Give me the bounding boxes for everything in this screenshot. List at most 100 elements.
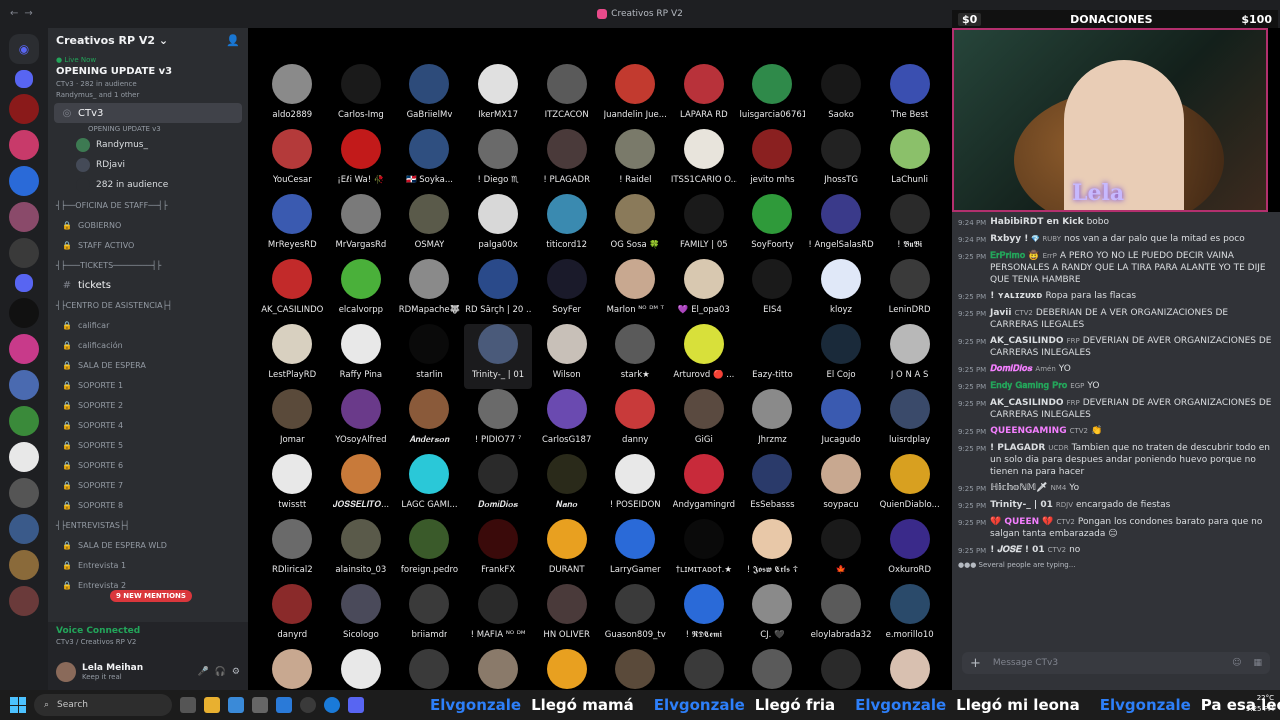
audience-member[interactable]: Marlon ᴺᴼ ᴰᴹ ᵀ [601, 259, 670, 324]
server-icon[interactable] [9, 550, 39, 580]
channel-item[interactable]: 🔒 SOPORTE 6 [48, 455, 248, 475]
audience-member[interactable]: 🇩🇴 Soyka... [395, 129, 464, 194]
audience-member[interactable]: eloylabrada32 [807, 584, 876, 649]
message-author[interactable]: Trinity-_ | 01 [990, 500, 1053, 510]
server-icon[interactable] [9, 478, 39, 508]
server-icon[interactable] [9, 586, 39, 616]
audience-member[interactable]: SoyFer [532, 259, 601, 324]
audience-member[interactable] [875, 649, 944, 690]
audience-member[interactable]: LaChunli [875, 129, 944, 194]
message-author[interactable]: ! 𝑱𝑶𝑺𝑬 ! 01 [990, 545, 1044, 555]
audience-member[interactable]: 💜 El_opa03 [670, 259, 739, 324]
nav-arrows-icon[interactable]: ←→ [10, 8, 39, 19]
mute-icon[interactable]: 🎤 [197, 667, 208, 677]
category-tickets[interactable]: ┤├───TICKETS────────┤├ [48, 255, 248, 275]
server-icon[interactable] [9, 238, 39, 268]
audience-member[interactable]: CarlosG187 [532, 389, 601, 454]
audience-member[interactable]: ! 𝕽𝕯𝕮𝖊𝖒𝖎 [670, 584, 739, 649]
audience-member[interactable]: Jomar [258, 389, 327, 454]
audience-member[interactable]: AK_CASILINDO [258, 259, 327, 324]
audience-member[interactable]: ITSS1CARIO O... [670, 129, 739, 194]
taskview-icon[interactable] [180, 697, 196, 713]
message-author[interactable]: QUEENGAMING [990, 426, 1066, 436]
channel-item[interactable]: 🔒 SOPORTE 8 [48, 495, 248, 515]
audience-member[interactable]: ¡Eℓi Wa! 🥀 [327, 129, 396, 194]
avatar[interactable] [56, 662, 76, 682]
audience-member[interactable]: MrVargasRd [327, 194, 396, 259]
message-author[interactable]: ! PLAGADR [990, 443, 1045, 453]
server-icon[interactable] [9, 406, 39, 436]
audience-member[interactable]: El Cojo [807, 324, 876, 389]
audience-member[interactable]: Jucagudo [807, 389, 876, 454]
stage-user-row[interactable]: Randymus_ [48, 135, 248, 155]
server-icon[interactable] [9, 334, 39, 364]
message-author[interactable]: 💔 QUEEN 💔 [990, 517, 1053, 527]
server-icon[interactable] [9, 166, 39, 196]
audience-member[interactable]: The Best [875, 64, 944, 129]
server-icon[interactable] [9, 130, 39, 160]
channel-item[interactable]: 🔒 SOPORTE 4 [48, 415, 248, 435]
audience-member[interactable]: FrankFX [464, 519, 533, 584]
audience-member[interactable]: SoyFoorty [738, 194, 807, 259]
discord-home-icon[interactable]: ◉ [9, 34, 39, 64]
audience-member[interactable]: ! POSEIDON [601, 454, 670, 519]
audience-member[interactable] [807, 649, 876, 690]
channel-item[interactable]: 🔒 SOPORTE 5 [48, 435, 248, 455]
folder-icon[interactable] [15, 274, 33, 292]
new-mentions-badge[interactable]: 9 NEW MENTIONS [110, 590, 192, 602]
audience-member[interactable]: danyrd [258, 584, 327, 649]
stage-user-row[interactable]: 282 in audience [48, 175, 248, 195]
audience-member[interactable]: alainsito_03 [327, 519, 396, 584]
audience-member[interactable]: RDMapache🐺 [395, 259, 464, 324]
audience-member[interactable]: Trinity-_ | 01 [463, 324, 533, 389]
audience-member[interactable]: Guason809_tv [601, 584, 670, 649]
audience-member[interactable]: 𝑫𝒐𝒎𝒊𝑫𝒊𝒐𝒔 [464, 454, 533, 519]
audience-member[interactable]: titicord12 [532, 194, 601, 259]
audience-member[interactable]: LestPlayRD [258, 324, 327, 389]
audience-member[interactable]: YouCesar [258, 129, 327, 194]
audience-member[interactable]: stark★ [601, 324, 670, 389]
server-icon[interactable] [9, 370, 39, 400]
audience-member[interactable]: FAMILY | 05 [670, 194, 739, 259]
audience-member[interactable]: ! PLAGADR [532, 129, 601, 194]
message-composer[interactable]: + Message CTv3 ☺ ▦ [962, 652, 1270, 674]
audience-member[interactable]: luisgarcia06761 [738, 64, 807, 129]
audience-member[interactable]: LAGC GAMI... [395, 454, 464, 519]
add-attachment-icon[interactable]: + [970, 656, 981, 671]
audience-member[interactable]: Raffy Pina [327, 324, 396, 389]
audience-member[interactable]: palga00x [464, 194, 533, 259]
audience-member[interactable]: kloyz [807, 259, 876, 324]
audience-member[interactable]: HN OLIVER [532, 584, 601, 649]
audience-member[interactable]: Andygamingrd [670, 454, 739, 519]
audience-member[interactable] [327, 649, 396, 690]
server-icon[interactable] [9, 202, 39, 232]
category-asistencia[interactable]: ┤├CENTRO DE ASISTENCIA├┤ [48, 295, 248, 315]
audience-member[interactable]: J O N A S [875, 324, 944, 389]
add-member-icon[interactable]: 👤 [226, 34, 240, 47]
audience-member[interactable] [738, 649, 807, 690]
server-icon[interactable] [9, 298, 39, 328]
audience-member[interactable] [601, 649, 670, 690]
app-icon[interactable] [276, 697, 292, 713]
server-icon[interactable] [9, 94, 39, 124]
channel-item[interactable]: 🔒 SOPORTE 1 [48, 375, 248, 395]
audience-member[interactable] [395, 649, 464, 690]
audience-member[interactable]: GiGi [670, 389, 739, 454]
audience-member[interactable]: GaBriielMv [395, 64, 464, 129]
channel-item[interactable]: 🔒 Entrevista 1 [48, 555, 248, 575]
channel-item[interactable]: 🔒 SOPORTE 7 [48, 475, 248, 495]
message-author[interactable]: 𝐄𝐫𝐏𝐫𝐢𝐦𝐨 🤠 [990, 251, 1040, 261]
gear-icon[interactable]: ⚙ [232, 667, 240, 677]
audience-member[interactable] [464, 649, 533, 690]
edge-icon[interactable] [324, 697, 340, 713]
discord-taskbar-icon[interactable] [348, 697, 364, 713]
message-input[interactable]: Message CTv3 [993, 658, 1058, 668]
audience-member[interactable] [532, 649, 601, 690]
audience-member[interactable]: ! Raidel [601, 129, 670, 194]
audience-member[interactable]: OxkuroRD [875, 519, 944, 584]
file-explorer-icon[interactable] [204, 697, 220, 713]
audience-member[interactable]: aldo2889 [258, 64, 327, 129]
audience-member[interactable]: YOsoyAlfred [327, 389, 396, 454]
audience-member[interactable]: ! MAFIA ᴺᴼ ᴰᴹ [464, 584, 533, 649]
audience-member[interactable]: Carlos-Img [327, 64, 396, 129]
